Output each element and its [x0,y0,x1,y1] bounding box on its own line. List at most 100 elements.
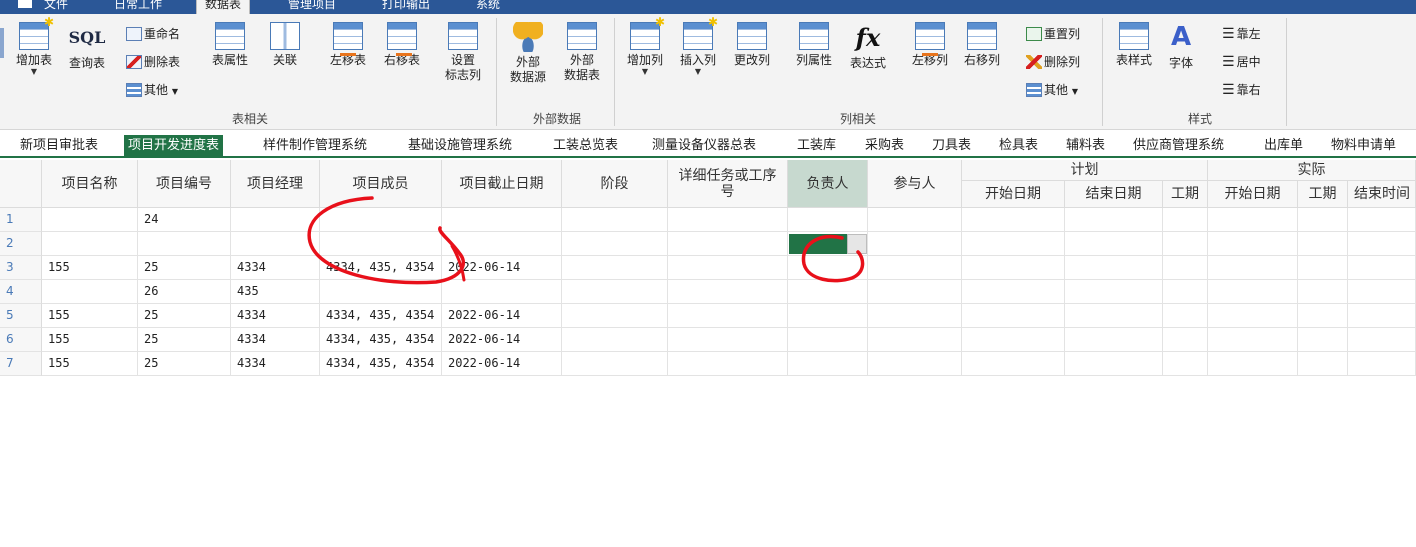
table-cell[interactable] [868,256,962,280]
table-cell[interactable]: 25 [138,304,231,328]
table-cell[interactable] [1163,280,1208,304]
table-cell[interactable] [562,232,668,256]
table-cell[interactable] [1298,280,1348,304]
row-number[interactable]: 1 [0,208,42,232]
table-cell[interactable] [962,304,1065,328]
delete-table-button[interactable]: 删除表 [126,52,180,72]
table-cell[interactable] [668,256,788,280]
table-cell[interactable] [562,328,668,352]
table-cell[interactable] [1163,256,1208,280]
table-props-button[interactable]: 表属性 [202,22,258,68]
table-cell[interactable]: 435 [231,280,320,304]
table-cell[interactable] [1348,352,1416,376]
table-cell[interactable] [668,304,788,328]
table-cell[interactable] [320,208,442,232]
table-cell[interactable]: 4334, 435, 4354 [320,352,442,376]
table-cell[interactable] [1208,328,1298,352]
table-cell[interactable] [1348,280,1416,304]
table-cell[interactable] [1065,352,1163,376]
table-cell[interactable] [962,328,1065,352]
table-cell[interactable] [788,352,868,376]
table-cell[interactable]: 2022-06-14 [442,256,562,280]
table-cell[interactable] [1065,280,1163,304]
menu-print-output[interactable]: 打印输出 [374,0,438,14]
table-cell[interactable] [1163,304,1208,328]
query-table-button[interactable]: SQL 查询表 [62,22,112,71]
table-cell[interactable] [1348,256,1416,280]
menu-system[interactable]: 系统 [468,0,508,14]
tab-new-project-approval[interactable]: 新项目审批表 [16,135,102,157]
menu-datatable[interactable]: 数据表 [196,0,251,14]
tab-infrastructure[interactable]: 基础设施管理系统 [404,135,516,157]
table-cell[interactable] [788,304,868,328]
row-number[interactable]: 6 [0,328,42,352]
table-cell[interactable]: 155 [42,328,138,352]
table-cell[interactable]: 4334 [231,352,320,376]
table-cell[interactable] [788,280,868,304]
table-cell[interactable] [562,208,668,232]
font-button[interactable]: A 字体 [1160,22,1202,71]
tab-measurement-devices[interactable]: 测量设备仪器总表 [648,135,760,157]
table-cell[interactable] [1208,232,1298,256]
tab-tooling-overview[interactable]: 工装总览表 [549,135,622,157]
column-props-button[interactable]: 列属性 [788,22,840,68]
table-cell[interactable] [668,280,788,304]
move-table-right-button[interactable]: 右移表 [376,22,428,68]
column-header[interactable]: 项目截止日期 [442,160,562,208]
table-cell[interactable] [562,280,668,304]
table-cell[interactable] [668,328,788,352]
column-group-header-plan[interactable]: 计划 [962,160,1208,181]
column-header[interactable]: 详细任务或工序号 [668,160,788,208]
align-left-button[interactable]: ☰ 靠左 [1222,24,1261,44]
external-source-button[interactable]: 外部 数据源 [502,22,554,85]
table-cell[interactable] [562,304,668,328]
tab-tooling-library[interactable]: 工装库 [793,135,840,157]
column-header[interactable]: 结束时间 [1348,181,1416,208]
column-header[interactable]: 项目经理 [231,160,320,208]
table-cell[interactable] [668,232,788,256]
tab-sample-production[interactable]: 样件制作管理系统 [259,135,371,157]
column-header[interactable]: 负责人 [788,160,868,208]
tab-project-progress[interactable]: 项目开发进度表 [124,135,224,157]
table-cell[interactable]: 26 [138,280,231,304]
table-cell[interactable] [138,232,231,256]
tab-cutting-tools[interactable]: 刀具表 [928,135,975,157]
column-header[interactable]: 开始日期 [962,181,1065,208]
table-cell[interactable]: 155 [42,256,138,280]
table-cell[interactable]: 25 [138,256,231,280]
column-header[interactable]: 项目成员 [320,160,442,208]
table-cell[interactable] [42,280,138,304]
table-cell[interactable] [1065,304,1163,328]
table-cell[interactable]: 2022-06-14 [442,304,562,328]
table-cell[interactable] [668,208,788,232]
column-header[interactable]: 开始日期 [1208,181,1298,208]
set-flag-column-button[interactable]: 设置 标志列 [438,22,488,83]
table-cell[interactable] [42,208,138,232]
table-cell[interactable] [1208,352,1298,376]
table-cell[interactable] [868,352,962,376]
row-number[interactable]: 5 [0,304,42,328]
tab-supplier-management[interactable]: 供应商管理系统 [1129,135,1228,157]
table-cell[interactable] [1348,208,1416,232]
cell-dropdown-button[interactable] [847,234,867,254]
column-header[interactable]: 阶段 [562,160,668,208]
row-number[interactable]: 2 [0,232,42,256]
table-cell[interactable]: 25 [138,328,231,352]
table-cell[interactable] [962,256,1065,280]
table-cell[interactable] [442,280,562,304]
table-cell[interactable] [868,280,962,304]
table-cell[interactable] [868,232,962,256]
tab-outbound-order[interactable]: 出库单 [1260,135,1307,157]
column-other-button[interactable]: 其他 ▼ [1026,80,1078,100]
table-cell[interactable] [1298,256,1348,280]
table-cell[interactable] [320,280,442,304]
table-cell[interactable] [1348,328,1416,352]
grid-corner[interactable] [0,160,42,208]
rename-button[interactable]: 重命名 [126,24,180,44]
table-cell[interactable] [1163,208,1208,232]
move-column-right-button[interactable]: 右移列 [956,22,1008,68]
table-cell[interactable] [962,232,1065,256]
relate-button[interactable]: 关联 [262,22,308,68]
table-cell[interactable] [442,232,562,256]
table-cell[interactable] [1298,304,1348,328]
